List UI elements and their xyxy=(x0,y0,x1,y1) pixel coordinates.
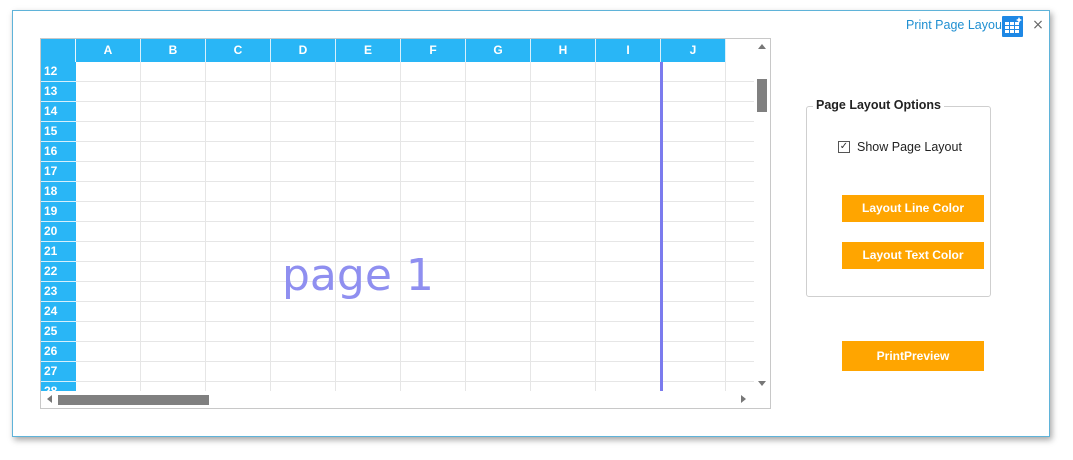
column-header[interactable]: H xyxy=(531,39,596,62)
row-header[interactable]: 14 xyxy=(41,102,76,122)
layout-text-color-button[interactable]: Layout Text Color xyxy=(842,242,984,269)
row-header[interactable]: 12 xyxy=(41,62,76,82)
page-number-watermark: page 1 xyxy=(282,250,434,301)
row-header[interactable]: 23 xyxy=(41,282,76,302)
column-gridline xyxy=(400,62,401,391)
row-gridline xyxy=(76,341,754,342)
scroll-right-arrow-icon[interactable] xyxy=(741,395,746,403)
vertical-scroll-thumb[interactable] xyxy=(757,79,767,112)
row-header[interactable]: 20 xyxy=(41,222,76,242)
column-header[interactable]: J xyxy=(661,39,726,62)
row-gridline xyxy=(76,141,754,142)
row-gridline xyxy=(76,241,754,242)
scroll-down-arrow-icon[interactable] xyxy=(758,381,766,386)
row-gridline xyxy=(76,221,754,222)
row-gridline xyxy=(76,201,754,202)
column-gridline xyxy=(530,62,531,391)
row-gridline xyxy=(76,321,754,322)
row-gridline xyxy=(76,121,754,122)
close-button[interactable]: × xyxy=(1031,17,1045,33)
horizontal-scrollbar[interactable] xyxy=(41,391,770,408)
row-gridline xyxy=(76,301,754,302)
row-header[interactable]: 16 xyxy=(41,142,76,162)
scroll-up-arrow-icon[interactable] xyxy=(758,44,766,49)
row-header[interactable]: 18 xyxy=(41,182,76,202)
page-break-line xyxy=(660,62,663,391)
column-header[interactable]: I xyxy=(596,39,661,62)
page-layout-options-legend: Page Layout Options xyxy=(813,98,945,112)
row-header[interactable]: 21 xyxy=(41,242,76,262)
select-all-corner[interactable] xyxy=(41,39,76,62)
row-header[interactable]: 25 xyxy=(41,322,76,342)
column-header[interactable]: D xyxy=(271,39,336,62)
row-gridline xyxy=(76,361,754,362)
column-header[interactable]: C xyxy=(206,39,271,62)
row-header[interactable]: 19 xyxy=(41,202,76,222)
row-gridline xyxy=(76,81,754,82)
row-gridline xyxy=(76,181,754,182)
column-header[interactable]: G xyxy=(466,39,531,62)
row-gridline xyxy=(76,101,754,102)
column-gridline xyxy=(465,62,466,391)
column-gridline xyxy=(335,62,336,391)
column-gridline xyxy=(725,62,726,391)
scroll-left-arrow-icon[interactable] xyxy=(47,395,52,403)
row-header[interactable]: 22 xyxy=(41,262,76,282)
column-gridline xyxy=(595,62,596,391)
horizontal-scroll-thumb[interactable] xyxy=(58,395,209,405)
row-header[interactable]: 13 xyxy=(41,82,76,102)
row-header[interactable]: 27 xyxy=(41,362,76,382)
layout-line-color-button[interactable]: Layout Line Color xyxy=(842,195,984,222)
spreadsheet-grid[interactable]: ABCDEFGHIJ 12 13 14 15 16 17 18 19 20 21 22 23 24 25 2… xyxy=(40,38,771,409)
row-gridline xyxy=(76,161,754,162)
cell-area[interactable]: page 1 xyxy=(76,62,754,391)
print-page-layout-link[interactable]: Print Page Layout xyxy=(906,18,1005,32)
column-header[interactable]: F xyxy=(401,39,466,62)
show-page-layout-label[interactable]: Show Page Layout xyxy=(857,140,962,154)
row-header[interactable]: 26 xyxy=(41,342,76,362)
column-gridline xyxy=(205,62,206,391)
row-header[interactable]: 24 xyxy=(41,302,76,322)
column-gridline xyxy=(140,62,141,391)
print-preview-button[interactable]: PrintPreview xyxy=(842,341,984,371)
vertical-scrollbar[interactable] xyxy=(754,39,770,391)
row-gridline xyxy=(76,381,754,382)
column-header[interactable]: B xyxy=(141,39,206,62)
row-header[interactable]: 17 xyxy=(41,162,76,182)
row-header[interactable]: 15 xyxy=(41,122,76,142)
column-header[interactable]: A xyxy=(76,39,141,62)
show-page-layout-checkbox[interactable]: ✓ xyxy=(838,141,850,153)
spreadsheet-settings-icon[interactable] xyxy=(1002,16,1023,37)
column-gridline xyxy=(270,62,271,391)
column-header[interactable]: E xyxy=(336,39,401,62)
